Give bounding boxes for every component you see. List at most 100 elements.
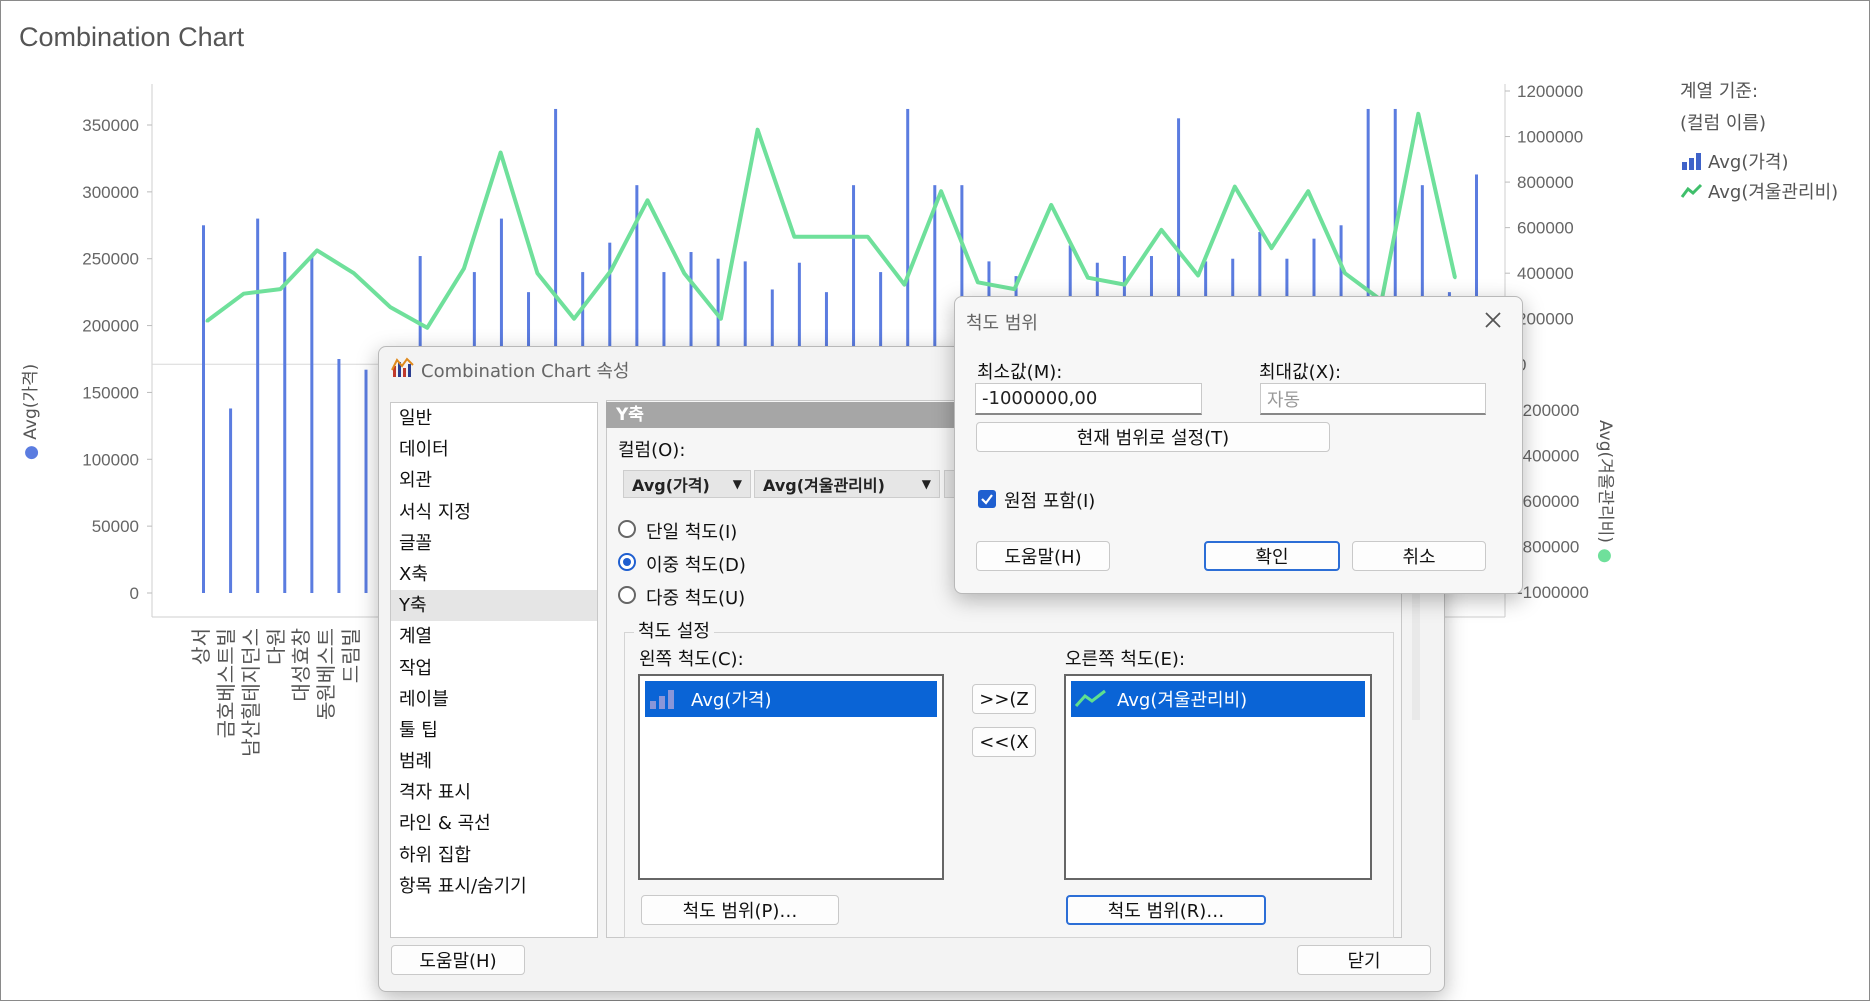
line-point bbox=[1196, 273, 1200, 277]
bar bbox=[202, 225, 205, 594]
chevron-down-icon: ▼ bbox=[732, 477, 742, 491]
left-tick-label: 200000 bbox=[82, 317, 139, 336]
nav-item[interactable]: 하위 집합 bbox=[391, 840, 597, 871]
line-point bbox=[242, 292, 246, 296]
column-dropdown-price[interactable]: Avg(가격) ▼ bbox=[623, 470, 751, 498]
move-left-button[interactable]: <<(X bbox=[972, 727, 1036, 757]
right-tick-label: -600000 bbox=[1517, 492, 1579, 511]
legend-label: Avg(가격) bbox=[1708, 152, 1789, 173]
min-value-input[interactable]: -1000000,00 bbox=[975, 383, 1202, 415]
x-tick-label: 금호베스트빌 bbox=[214, 628, 238, 738]
set-current-range-button[interactable]: 현재 범위로 설정(T) bbox=[976, 422, 1330, 452]
line-point bbox=[1343, 271, 1347, 275]
line-point bbox=[205, 319, 209, 323]
line-point bbox=[278, 287, 282, 291]
legend-header: 계열 기준: bbox=[1680, 81, 1759, 102]
line-point bbox=[902, 283, 906, 287]
radio-single-label: 단일 척도(I) bbox=[646, 522, 738, 543]
radio-dual-scale[interactable] bbox=[618, 553, 636, 571]
line-point bbox=[1269, 246, 1273, 250]
line-point bbox=[976, 280, 980, 284]
line-point bbox=[1416, 112, 1420, 116]
chart-properties-icon bbox=[391, 357, 414, 377]
right-tick-label: -1000000 bbox=[1517, 583, 1589, 602]
nav-item[interactable]: X축 bbox=[391, 559, 597, 590]
legend-item-price[interactable]: Avg(가격) bbox=[1680, 146, 1838, 176]
left-scale-item-label: Avg(가격) bbox=[691, 690, 772, 711]
right-scale-range-button[interactable]: 척도 범위(R)… bbox=[1066, 895, 1266, 925]
line-point bbox=[792, 235, 796, 239]
line-point bbox=[1123, 283, 1127, 287]
column-dropdown-label: Avg(겨울관리비) bbox=[763, 476, 885, 495]
line-point bbox=[756, 128, 760, 132]
line-point bbox=[939, 189, 943, 193]
radio-multi-scale[interactable] bbox=[618, 586, 636, 604]
right-axis-title: Avg(겨울관리비) ● bbox=[1595, 420, 1615, 564]
bar bbox=[229, 408, 233, 593]
nav-item[interactable]: 항목 표시/숨기기 bbox=[391, 871, 597, 902]
right-tick-label: 400000 bbox=[1517, 264, 1574, 283]
properties-help-button[interactable]: 도움말(H) bbox=[391, 945, 525, 975]
left-tick-label: 250000 bbox=[82, 250, 139, 269]
move-right-button[interactable]: >>(Z bbox=[972, 684, 1036, 714]
line-point bbox=[1049, 203, 1053, 207]
left-scale-range-button[interactable]: 척도 범위(P)… bbox=[641, 895, 839, 925]
line-chart-icon bbox=[1680, 183, 1703, 198]
nav-item[interactable]: 계열 bbox=[391, 621, 597, 652]
line-point bbox=[829, 235, 833, 239]
nav-item[interactable]: 레이블 bbox=[391, 684, 597, 715]
x-tick-label: 남산힐테지던스 bbox=[239, 628, 263, 757]
chevron-down-icon: ▼ bbox=[921, 477, 931, 491]
nav-item[interactable]: 글꼴 bbox=[391, 528, 597, 559]
close-icon[interactable] bbox=[1484, 311, 1502, 329]
column-dropdown-winter-fee[interactable]: Avg(겨울관리비) ▼ bbox=[754, 470, 940, 498]
left-scale-label: 왼쪽 척도(C): bbox=[639, 649, 744, 670]
range-cancel-button[interactable]: 취소 bbox=[1352, 541, 1486, 571]
line-point bbox=[425, 326, 429, 330]
range-help-button[interactable]: 도움말(H) bbox=[976, 541, 1110, 571]
line-point bbox=[1306, 189, 1310, 193]
right-scale-item[interactable]: Avg(겨울관리비) bbox=[1071, 681, 1365, 717]
bar bbox=[364, 369, 368, 593]
right-tick-label: -800000 bbox=[1517, 537, 1579, 556]
nav-item[interactable]: 작업 bbox=[391, 653, 597, 684]
left-scale-item[interactable]: Avg(가격) bbox=[645, 681, 937, 717]
line-point bbox=[609, 269, 613, 273]
nav-item[interactable]: Y축 bbox=[391, 590, 597, 622]
right-tick-label: 200000 bbox=[1517, 310, 1574, 329]
line-point bbox=[1233, 185, 1237, 189]
scale-settings-label: 척도 설정 bbox=[634, 617, 714, 643]
properties-close-button[interactable]: 닫기 bbox=[1297, 945, 1431, 975]
line-point bbox=[719, 317, 723, 321]
nav-item[interactable]: 외관 bbox=[391, 465, 597, 496]
scale-range-dialog-title: 척도 범위 bbox=[966, 313, 1038, 334]
line-point bbox=[1159, 228, 1163, 232]
x-tick-label: 다원 bbox=[264, 628, 288, 665]
nav-item[interactable]: 라인 & 곡선 bbox=[391, 808, 597, 839]
include-origin-checkbox[interactable] bbox=[978, 490, 996, 508]
max-value-input[interactable]: 자동 bbox=[1260, 383, 1486, 415]
line-point bbox=[572, 317, 576, 321]
right-tick-label: -400000 bbox=[1517, 446, 1579, 465]
radio-single-scale[interactable] bbox=[618, 520, 636, 538]
nav-item[interactable]: 서식 지정 bbox=[391, 497, 597, 528]
range-ok-button[interactable]: 확인 bbox=[1204, 541, 1340, 571]
min-label: 최소값(M): bbox=[977, 362, 1063, 383]
nav-item[interactable]: 일반 bbox=[391, 403, 597, 434]
right-tick-label: 600000 bbox=[1517, 219, 1574, 238]
properties-nav: 일반 데이터 외관 서식 지정 글꼴 X축 Y축 계열 작업 레이블 툴 팁 범례 격자 표시 라인 & … bbox=[390, 402, 598, 938]
legend-item-winter-fee[interactable]: Avg(겨울관리비) bbox=[1680, 176, 1838, 206]
nav-item[interactable]: 툴 팁 bbox=[391, 715, 597, 746]
nav-item[interactable]: 데이터 bbox=[391, 434, 597, 465]
line-point bbox=[462, 267, 466, 271]
nav-item[interactable]: 범례 bbox=[391, 746, 597, 777]
left-tick-label: 50000 bbox=[92, 517, 139, 536]
bar-chart-icon bbox=[1682, 153, 1701, 170]
radio-multi-label: 다중 척도(U) bbox=[646, 588, 746, 609]
line-point bbox=[645, 198, 649, 202]
check-icon bbox=[981, 494, 993, 505]
nav-item[interactable]: 격자 표시 bbox=[391, 777, 597, 808]
columns-label: 컬럼(O): bbox=[618, 440, 686, 461]
right-tick-label: 800000 bbox=[1517, 173, 1574, 192]
bar-chart-icon bbox=[650, 690, 674, 709]
